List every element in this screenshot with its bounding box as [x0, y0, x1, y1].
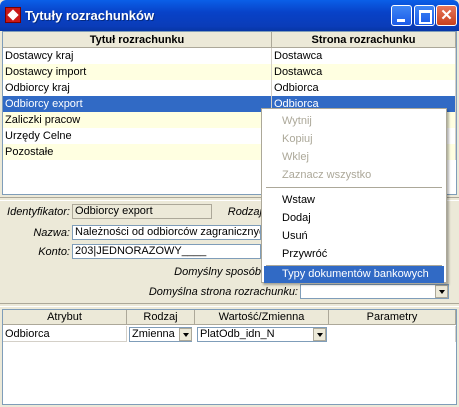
menu-item-insert[interactable]: Wstaw — [264, 192, 444, 209]
default-side-select[interactable] — [300, 284, 449, 299]
column-header-wartosc[interactable]: Wartość/Zmienna — [195, 310, 329, 325]
cell-title: Dostawcy kraj — [3, 48, 272, 64]
title-bar[interactable]: Tytuły rozrachunków ✕ — [0, 0, 459, 31]
cell-side: Dostawca — [272, 48, 456, 64]
cell-title: Zaliczki pracow — [3, 112, 272, 128]
column-header-rodzaj[interactable]: Rodzaj — [127, 310, 195, 325]
column-header-atrybut[interactable]: Atrybut — [3, 310, 127, 325]
cell-title: Odbiorcy kraj — [3, 80, 272, 96]
divider — [0, 303, 459, 307]
menu-item-paste: Wklej — [282, 151, 309, 163]
table-row[interactable]: Dostawcy kraj Dostawca — [3, 48, 456, 64]
chevron-down-icon[interactable] — [313, 328, 326, 341]
app-icon — [5, 7, 21, 23]
menu-item-delete[interactable]: Usuń — [264, 228, 444, 245]
cell-title: Dostawcy import — [3, 64, 272, 80]
maximize-button[interactable] — [414, 5, 435, 26]
rodzaj-label: Rodzaj — [227, 206, 262, 218]
identifier-field[interactable]: Odbiorcy export — [72, 204, 212, 219]
column-header-side[interactable]: Strona rozrachunku — [272, 32, 456, 48]
chevron-down-icon[interactable] — [179, 328, 192, 341]
main-window: Tytuły rozrachunków ✕ Tytuł rozrachunku … — [0, 0, 459, 407]
window-title: Tytuły rozrachunków — [25, 8, 155, 23]
attributes-table[interactable]: Atrybut Rodzaj Wartość/Zmienna Parametry… — [2, 309, 457, 405]
default-method-label: Domyślny sposób — [174, 266, 261, 278]
name-field[interactable]: Należności od odbiorców zagranicznyc — [72, 225, 261, 240]
column-header-parametry[interactable]: Parametry — [329, 310, 456, 325]
wartosc-select[interactable]: PlatOdb_idn_N — [197, 327, 327, 342]
close-icon: ✕ — [440, 7, 453, 24]
table-row[interactable]: Odbiorca Zmienna PlatOdb_idn_N — [3, 326, 456, 343]
name-label: Nazwa: — [33, 227, 70, 239]
menu-separator — [266, 187, 442, 188]
default-side-label: Domyślna strona rozrachunku: — [148, 286, 298, 298]
cell-atrybut: Odbiorca — [3, 326, 127, 342]
account-field[interactable]: 203|JEDNORAZOWY____ — [72, 244, 261, 259]
menu-item-copy: Kopiuj — [282, 133, 313, 145]
table-row[interactable]: Dostawcy import Dostawca — [3, 64, 456, 80]
menu-item-bank-document-types[interactable]: Typy dokumentów bankowych — [264, 266, 444, 283]
cell-side: Dostawca — [272, 64, 456, 80]
cell-parametry — [329, 326, 456, 342]
close-button[interactable]: ✕ — [436, 5, 457, 26]
account-label: Konto: — [38, 246, 70, 258]
table-row[interactable]: Odbiorcy kraj Odbiorca — [3, 80, 456, 96]
cell-title: Urzędy Celne — [3, 128, 272, 144]
cell-title: Odbiorcy export — [3, 96, 272, 112]
column-header-title[interactable]: Tytuł rozrachunku — [3, 32, 272, 48]
chevron-down-icon[interactable] — [435, 285, 448, 298]
cell-side: Odbiorca — [272, 80, 456, 96]
minimize-button[interactable] — [391, 5, 412, 26]
context-menu: Wytnij Kopiuj Wklej Zaznacz wszystko Wst… — [261, 108, 447, 283]
menu-item-restore[interactable]: Przywróć — [264, 246, 444, 263]
menu-item-select-all: Zaznacz wszystko — [282, 169, 372, 181]
menu-item-cut: Wytnij — [282, 115, 312, 127]
cell-title: Pozostałe — [3, 144, 272, 160]
identifier-label: Identyfikator: — [7, 206, 70, 218]
menu-item-add[interactable]: Dodaj — [264, 210, 444, 227]
